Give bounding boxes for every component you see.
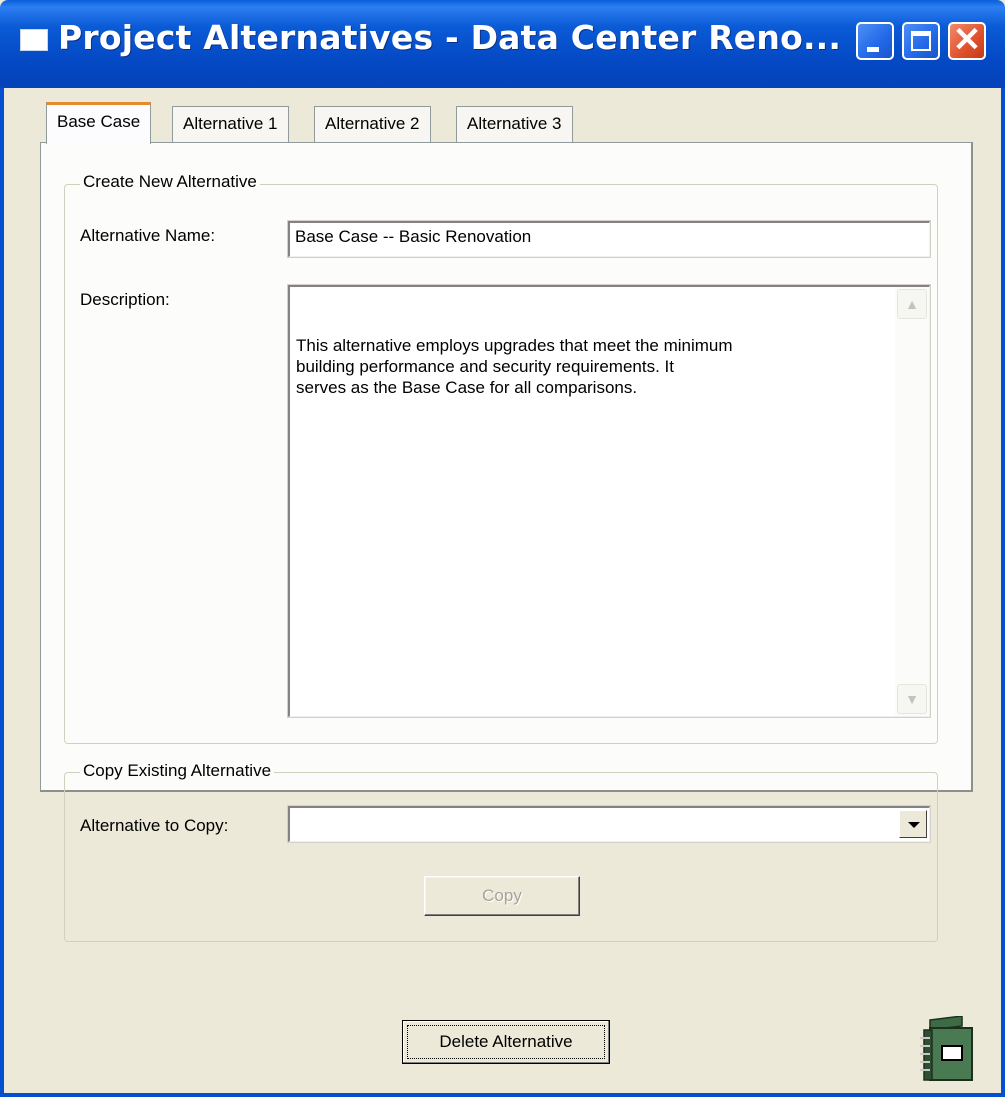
window-frame-right <box>1001 88 1005 1097</box>
description-textarea[interactable]: This alternative employs upgrades that m… <box>287 284 931 718</box>
focus-ring <box>407 1025 605 1059</box>
copy-button[interactable]: Copy <box>424 876 580 916</box>
alternative-name-label: Alternative Name: <box>80 226 216 245</box>
delete-alternative-button[interactable]: Delete Alternative <box>402 1020 610 1064</box>
create-group-title: Create New Alternative <box>80 172 260 192</box>
alternative-to-copy-select[interactable] <box>287 805 931 843</box>
copy-group-title: Copy Existing Alternative <box>80 761 275 781</box>
window-icon[interactable] <box>20 29 48 51</box>
scroll-down-icon[interactable]: ▼ <box>897 684 927 714</box>
maximize-icon <box>911 31 931 51</box>
description-text: This alternative employs upgrades that m… <box>296 336 733 397</box>
green-notebook-icon[interactable] <box>916 1016 976 1082</box>
window-frame-bottom <box>0 1093 1005 1097</box>
minimize-button[interactable] <box>856 22 894 60</box>
chevron-down-icon <box>908 822 920 828</box>
title-bar[interactable]: Project Alternatives - Data Center Reno.… <box>0 0 1005 88</box>
close-button[interactable]: ✕ <box>948 22 986 60</box>
alternative-to-copy-label: Alternative to Copy: <box>80 816 229 835</box>
close-icon: ✕ <box>952 21 982 59</box>
description-label: Description: <box>80 290 170 309</box>
minimize-icon <box>867 47 879 52</box>
tab-alternative-2[interactable]: Alternative 2 <box>314 106 431 142</box>
alternative-name-input[interactable]: Base Case -- Basic Renovation <box>287 220 931 258</box>
description-scrollbar[interactable]: ▲ ▼ <box>895 287 929 716</box>
tab-base-case[interactable]: Base Case <box>46 102 152 144</box>
dropdown-button[interactable] <box>899 810 927 838</box>
window-frame-left <box>0 88 4 1097</box>
tab-alternative-3[interactable]: Alternative 3 <box>456 106 573 142</box>
window-title: Project Alternatives - Data Center Reno.… <box>58 18 842 57</box>
maximize-button[interactable] <box>902 22 940 60</box>
copy-existing-alternative-group <box>64 772 938 942</box>
scroll-up-icon[interactable]: ▲ <box>897 289 927 319</box>
tab-alternative-1[interactable]: Alternative 1 <box>172 106 289 142</box>
